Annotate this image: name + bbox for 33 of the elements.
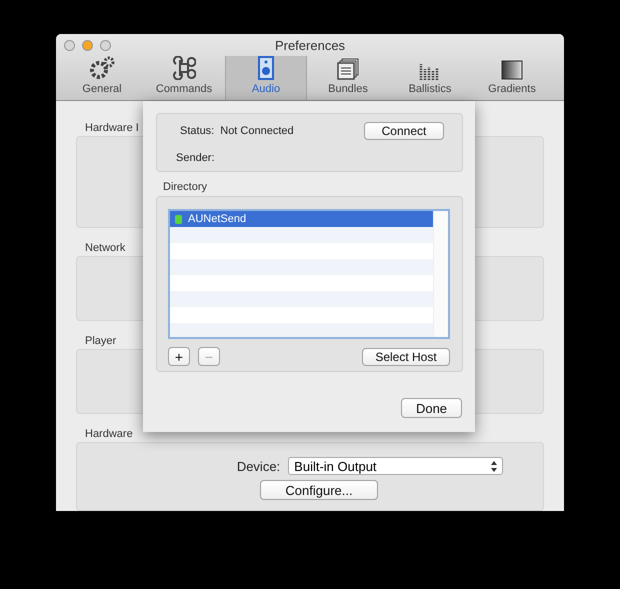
speaker-icon [258, 56, 274, 80]
close-button[interactable] [64, 40, 75, 51]
list-item[interactable]: AUNetSend [170, 211, 433, 227]
add-button[interactable]: + [168, 347, 190, 366]
gears-icon [89, 56, 115, 80]
select-host-button[interactable]: Select Host [362, 348, 450, 366]
connect-button[interactable]: Connect [364, 122, 444, 140]
minimize-button[interactable] [82, 40, 93, 51]
zoom-button[interactable] [100, 40, 111, 51]
stack-icon [337, 58, 359, 80]
sender-label: Sender: [176, 152, 215, 164]
status-value: Not Connected [220, 125, 294, 137]
toolbar-tab[interactable]: Ballistics [389, 56, 471, 100]
command-icon [172, 56, 196, 80]
section-label: Hardware [85, 428, 133, 442]
toolbar-tab[interactable]: Gradients [471, 56, 553, 100]
toolbar-tab[interactable]: Audio [225, 56, 307, 100]
section-label: Hardware I [85, 122, 139, 136]
device-popup[interactable]: Built-in Output [288, 457, 504, 475]
directory-label: Directory [163, 181, 208, 193]
section-label: Network [85, 242, 126, 256]
device-label: Device: [236, 458, 280, 474]
status-label: Status: [180, 125, 214, 137]
done-button[interactable]: Done [401, 398, 462, 418]
toolbar-tab[interactable]: Commands [143, 56, 225, 100]
popup-arrows-icon [491, 460, 498, 472]
section-label: Player [85, 335, 116, 349]
gradient-icon [501, 60, 523, 80]
status-light-icon [175, 214, 182, 224]
configure-button[interactable]: Configure... [260, 480, 378, 500]
window-title: Preferences [274, 38, 346, 55]
toolbar-tab[interactable]: General [61, 56, 143, 100]
toolbar-tab[interactable]: Bundles [307, 56, 389, 100]
